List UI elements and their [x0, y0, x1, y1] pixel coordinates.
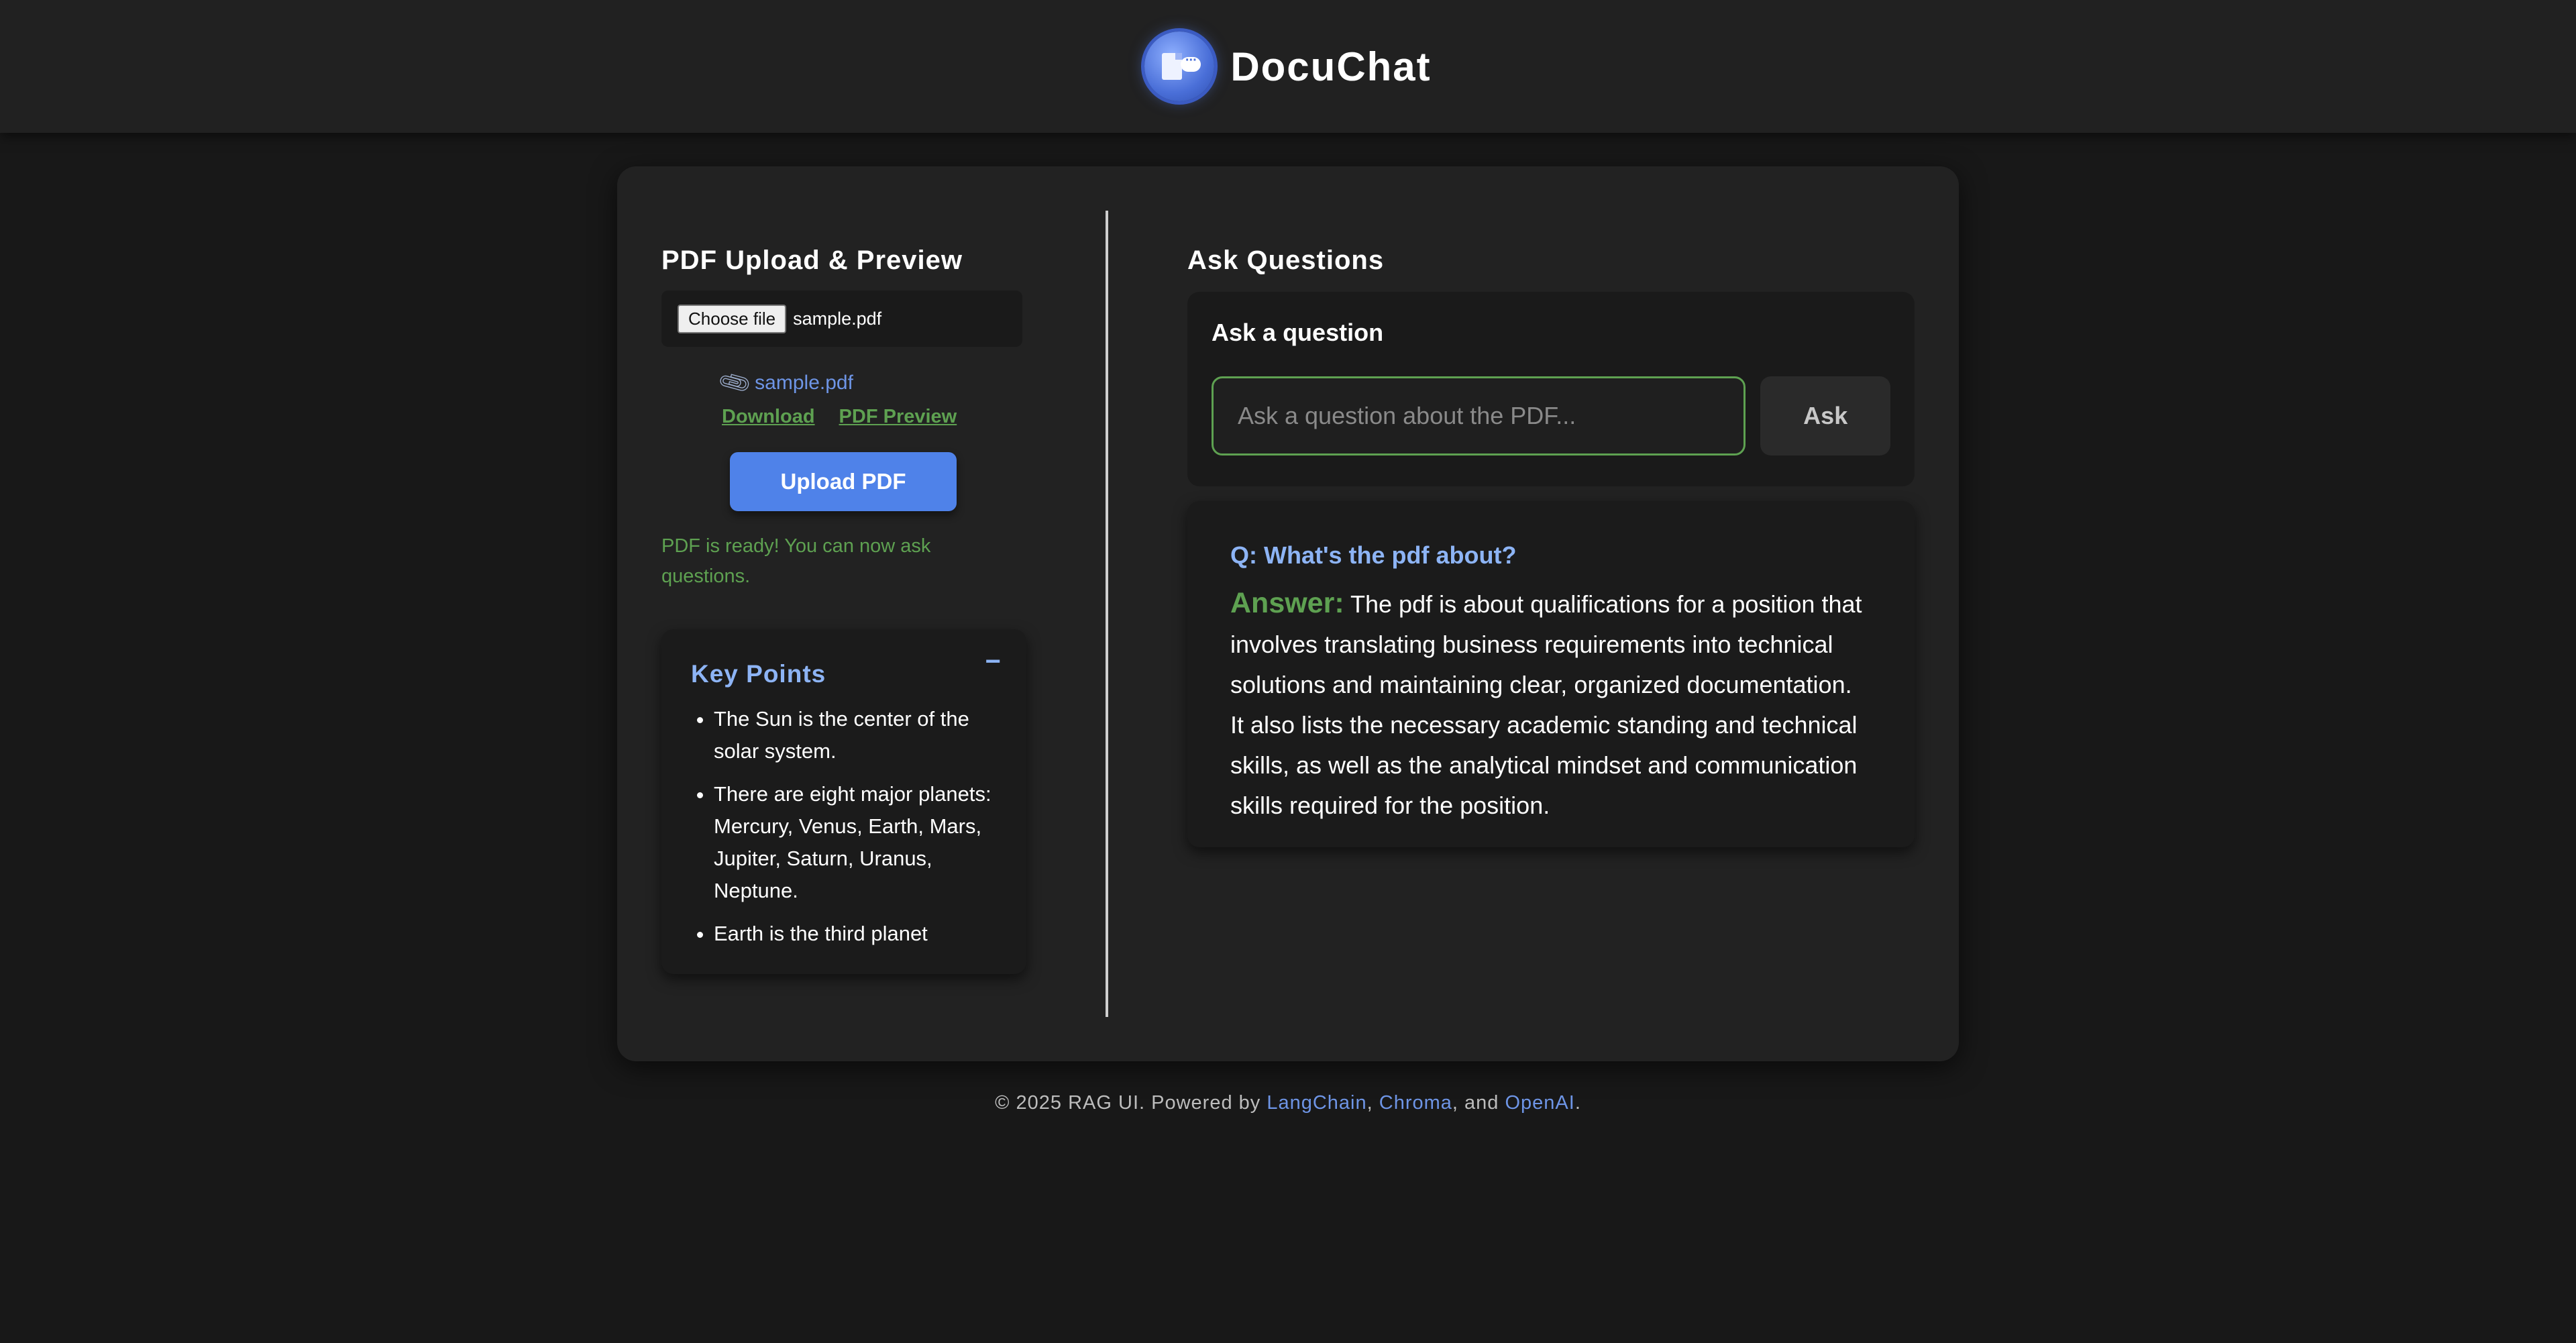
- footer-separator: , and: [1452, 1092, 1505, 1114]
- attached-file-name[interactable]: sample.pdf: [755, 372, 853, 394]
- upload-section-title: PDF Upload & Preview: [661, 246, 963, 275]
- answer-text: The pdf is about qualifications for a po…: [1230, 590, 1862, 819]
- ask-question-label: Ask a question: [1212, 319, 1384, 346]
- answer-card: Q: What's the pdf about? Answer: The pdf…: [1187, 501, 1915, 847]
- question-input[interactable]: [1212, 376, 1746, 455]
- download-link[interactable]: Download: [722, 406, 815, 428]
- key-point-item: The Sun is the center of the solar syste…: [714, 703, 997, 767]
- file-input-box: Choose file sample.pdf: [661, 290, 1022, 347]
- qa-section-title: Ask Questions: [1187, 246, 1385, 275]
- app-header: DocuChat: [0, 0, 2576, 133]
- footer-prefix: © 2025 RAG UI. Powered by: [995, 1092, 1267, 1114]
- pdf-preview-link[interactable]: PDF Preview: [839, 406, 957, 428]
- key-point-item: Earth is the third planet: [714, 918, 997, 950]
- key-points-list: The Sun is the center of the solar syste…: [691, 703, 997, 950]
- app-title: DocuChat: [1230, 44, 1432, 89]
- ask-button[interactable]: Ask: [1760, 376, 1890, 455]
- footer-suffix: .: [1574, 1092, 1581, 1114]
- qa-panel: Ask Questions Ask a question Ask Q: What…: [1187, 246, 1915, 847]
- key-points-card: Key Points − The Sun is the center of th…: [661, 629, 1026, 974]
- selected-file-name: sample.pdf: [793, 308, 882, 329]
- answer-body: Answer: The pdf is about qualifications …: [1230, 583, 1872, 826]
- upload-panel: PDF Upload & Preview Choose file sample.…: [661, 246, 1028, 974]
- doc-chat-logo-icon: [1144, 32, 1215, 101]
- attached-file: 📎︎ sample.pdf: [716, 365, 1028, 401]
- openai-link[interactable]: OpenAI: [1505, 1092, 1574, 1114]
- file-links: Download PDF Preview: [722, 406, 1028, 428]
- column-divider: [1106, 211, 1108, 1017]
- footer-separator: ,: [1366, 1092, 1379, 1114]
- page-footer: © 2025 RAG UI. Powered by LangChain, Chr…: [0, 1092, 2576, 1114]
- chroma-link[interactable]: Chroma: [1379, 1092, 1452, 1114]
- question-text: Q: What's the pdf about?: [1230, 541, 1517, 569]
- paperclip-icon: 📎︎: [716, 364, 754, 402]
- langchain-link[interactable]: LangChain: [1267, 1092, 1366, 1114]
- upload-status-message: PDF is ready! You can now ask questions.: [661, 535, 931, 587]
- upload-pdf-button[interactable]: Upload PDF: [730, 452, 957, 511]
- brand[interactable]: DocuChat: [1144, 32, 1431, 101]
- chat-bubble-icon: [1181, 53, 1201, 72]
- answer-label: Answer:: [1230, 587, 1344, 619]
- choose-file-button[interactable]: Choose file: [678, 304, 787, 333]
- ask-row: Ask: [1212, 376, 1890, 455]
- key-point-item: There are eight major planets: Mercury, …: [714, 778, 997, 907]
- ask-question-box: Ask a question Ask: [1187, 292, 1915, 486]
- document-icon: [1162, 53, 1183, 80]
- key-points-title: Key Points: [691, 660, 826, 688]
- collapse-toggle-icon[interactable]: −: [985, 647, 1001, 677]
- main-card: PDF Upload & Preview Choose file sample.…: [617, 166, 1959, 1061]
